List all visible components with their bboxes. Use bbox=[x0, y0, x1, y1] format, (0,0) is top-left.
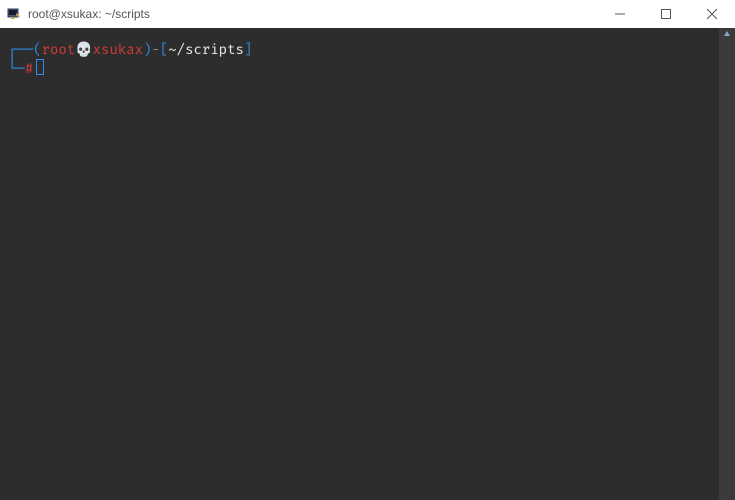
prompt-user: root bbox=[42, 41, 76, 58]
terminal[interactable]: ┌──(root💀xsukax)-[~/scripts] └─# bbox=[0, 28, 719, 500]
window-title: root@xsukax: ~/scripts bbox=[28, 7, 597, 21]
prompt-dash: - bbox=[151, 41, 159, 58]
window-controls bbox=[597, 0, 735, 28]
prompt-corner-bottom: └─ bbox=[8, 60, 25, 77]
scrollbar[interactable] bbox=[719, 28, 735, 500]
prompt-hash: # bbox=[25, 60, 33, 77]
skull-icon: 💀 bbox=[75, 41, 92, 58]
putty-icon bbox=[6, 6, 22, 22]
scroll-up-arrow-icon[interactable] bbox=[719, 30, 735, 38]
terminal-container: ┌──(root💀xsukax)-[~/scripts] └─# bbox=[0, 28, 735, 500]
prompt-paren-open: ( bbox=[33, 41, 41, 58]
prompt-corner-top: ┌── bbox=[8, 41, 33, 58]
prompt-host: xsukax bbox=[93, 41, 143, 58]
maximize-button[interactable] bbox=[643, 0, 689, 28]
app-window: root@xsukax: ~/scripts ┌──(root💀xsukax)-… bbox=[0, 0, 735, 500]
minimize-button[interactable] bbox=[597, 0, 643, 28]
terminal-cursor bbox=[36, 59, 44, 75]
prompt-path: ~/scripts bbox=[168, 41, 244, 58]
prompt-bracket-close: ] bbox=[244, 41, 252, 58]
close-button[interactable] bbox=[689, 0, 735, 28]
titlebar[interactable]: root@xsukax: ~/scripts bbox=[0, 0, 735, 28]
